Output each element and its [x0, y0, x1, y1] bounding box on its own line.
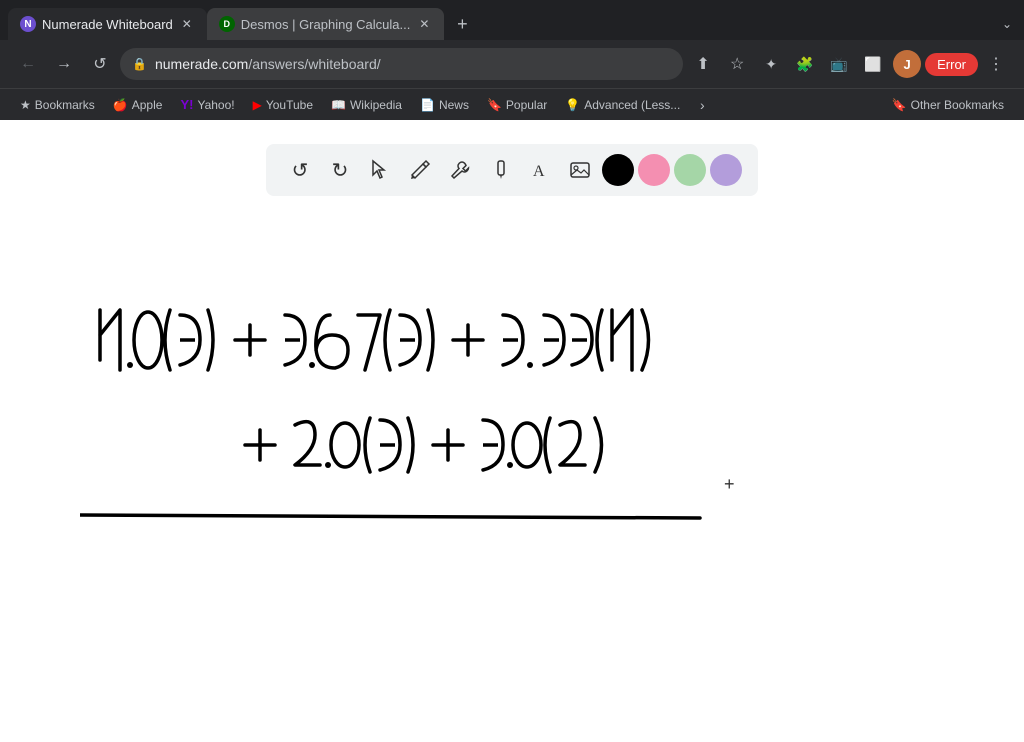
wikipedia-icon: 📖: [331, 98, 346, 112]
youtube-label: YouTube: [266, 98, 313, 112]
desmos-favicon: D: [219, 16, 235, 32]
share-button[interactable]: ⬆: [687, 48, 719, 80]
youtube-icon: ▶: [253, 98, 262, 112]
tab-desmos[interactable]: D Desmos | Graphing Calcula... ✕: [207, 8, 445, 40]
text-tool-button[interactable]: A: [522, 152, 558, 188]
cast-button[interactable]: 📺: [823, 48, 855, 80]
color-black[interactable]: [602, 154, 634, 186]
nav-bar: ← → ↺ 🔒 numerade.com/answers/whiteboard/…: [0, 40, 1024, 88]
nav-actions: ⬆ ☆ ✦ 🧩 📺 ⬜ J Error ⋮: [687, 48, 1012, 80]
text-icon: A: [529, 159, 551, 181]
page-content: ↺ ↻: [0, 120, 1024, 742]
profile-button[interactable]: J: [893, 50, 921, 78]
menu-button[interactable]: ⋮: [980, 48, 1012, 80]
yahoo-icon: Y!: [180, 97, 193, 112]
numerade-favicon: N: [20, 16, 36, 32]
new-tab-button[interactable]: +: [448, 10, 476, 38]
tab-numerade-label: Numerade Whiteboard: [42, 17, 173, 32]
wikipedia-label: Wikipedia: [350, 98, 402, 112]
popular-label: Popular: [506, 98, 547, 112]
bookmark-button[interactable]: ☆: [721, 48, 753, 80]
apple-icon: 🍎: [113, 98, 128, 112]
advanced-icon: 💡: [565, 98, 580, 112]
split-view-button[interactable]: ⬜: [857, 48, 889, 80]
tab-numerade-close[interactable]: ✕: [179, 16, 195, 32]
other-bookmarks-button[interactable]: 🔖 Other Bookmarks: [884, 96, 1012, 114]
extension-hexagon-button[interactable]: ✦: [755, 48, 787, 80]
bookmarks-star-icon: ★: [20, 98, 31, 112]
bookmarks-more-button[interactable]: ›: [690, 93, 714, 117]
select-tool-button[interactable]: [362, 152, 398, 188]
news-label: News: [439, 98, 469, 112]
url-text: numerade.com/answers/whiteboard/: [155, 56, 671, 72]
advanced-label: Advanced (Less...: [584, 98, 680, 112]
error-button[interactable]: Error: [925, 53, 978, 76]
undo-button[interactable]: ↺: [282, 152, 318, 188]
pencil-icon: [409, 159, 431, 181]
yahoo-label: Yahoo!: [197, 98, 234, 112]
tools-button[interactable]: [442, 152, 478, 188]
other-bookmarks-label: Other Bookmarks: [911, 98, 1004, 112]
redo-button[interactable]: ↻: [322, 152, 358, 188]
tab-desmos-label: Desmos | Graphing Calcula...: [241, 17, 411, 32]
bookmark-youtube[interactable]: ▶ YouTube: [245, 96, 321, 114]
apple-label: Apple: [132, 98, 163, 112]
image-icon: [569, 159, 591, 181]
bookmark-bookmarks[interactable]: ★ Bookmarks: [12, 96, 103, 114]
handwritten-math: [80, 250, 830, 670]
wrench-icon: [449, 159, 471, 181]
error-button-label: Error: [937, 57, 966, 72]
popular-icon: 🔖: [487, 98, 502, 112]
tab-desmos-close[interactable]: ✕: [416, 16, 432, 32]
marker-icon: [489, 159, 511, 181]
pencil-tool-button[interactable]: [402, 152, 438, 188]
other-bookmarks-icon: 🔖: [892, 98, 907, 112]
lock-icon: 🔒: [132, 57, 147, 71]
color-green[interactable]: [674, 154, 706, 186]
back-button[interactable]: ←: [12, 48, 44, 80]
canvas-area[interactable]: +: [0, 190, 1024, 742]
bookmark-popular[interactable]: 🔖 Popular: [479, 96, 555, 114]
news-icon: 📄: [420, 98, 435, 112]
cursor-icon: [369, 159, 391, 181]
extensions-button[interactable]: 🧩: [789, 48, 821, 80]
whiteboard-toolbar: ↺ ↻: [266, 144, 758, 196]
bookmark-wikipedia[interactable]: 📖 Wikipedia: [323, 96, 410, 114]
bookmarks-label: Bookmarks: [35, 98, 95, 112]
marker-tool-button[interactable]: [482, 152, 518, 188]
tab-numerade[interactable]: N Numerade Whiteboard ✕: [8, 8, 207, 40]
color-purple[interactable]: [710, 154, 742, 186]
bookmark-apple[interactable]: 🍎 Apple: [105, 96, 171, 114]
image-tool-button[interactable]: [562, 152, 598, 188]
bookmarks-bar: ★ Bookmarks 🍎 Apple Y! Yahoo! ▶ YouTube …: [0, 88, 1024, 120]
color-pink[interactable]: [638, 154, 670, 186]
bookmark-advanced[interactable]: 💡 Advanced (Less...: [557, 96, 688, 114]
address-bar[interactable]: 🔒 numerade.com/answers/whiteboard/: [120, 48, 683, 80]
tab-menu-button[interactable]: ⌄: [998, 13, 1016, 35]
bookmark-news[interactable]: 📄 News: [412, 96, 477, 114]
browser-chrome: N Numerade Whiteboard ✕ D Desmos | Graph…: [0, 0, 1024, 120]
bookmark-yahoo[interactable]: Y! Yahoo!: [172, 95, 242, 114]
forward-button[interactable]: →: [48, 48, 80, 80]
tab-bar: N Numerade Whiteboard ✕ D Desmos | Graph…: [0, 0, 1024, 40]
svg-text:A: A: [533, 163, 545, 180]
reload-button[interactable]: ↺: [84, 48, 116, 80]
